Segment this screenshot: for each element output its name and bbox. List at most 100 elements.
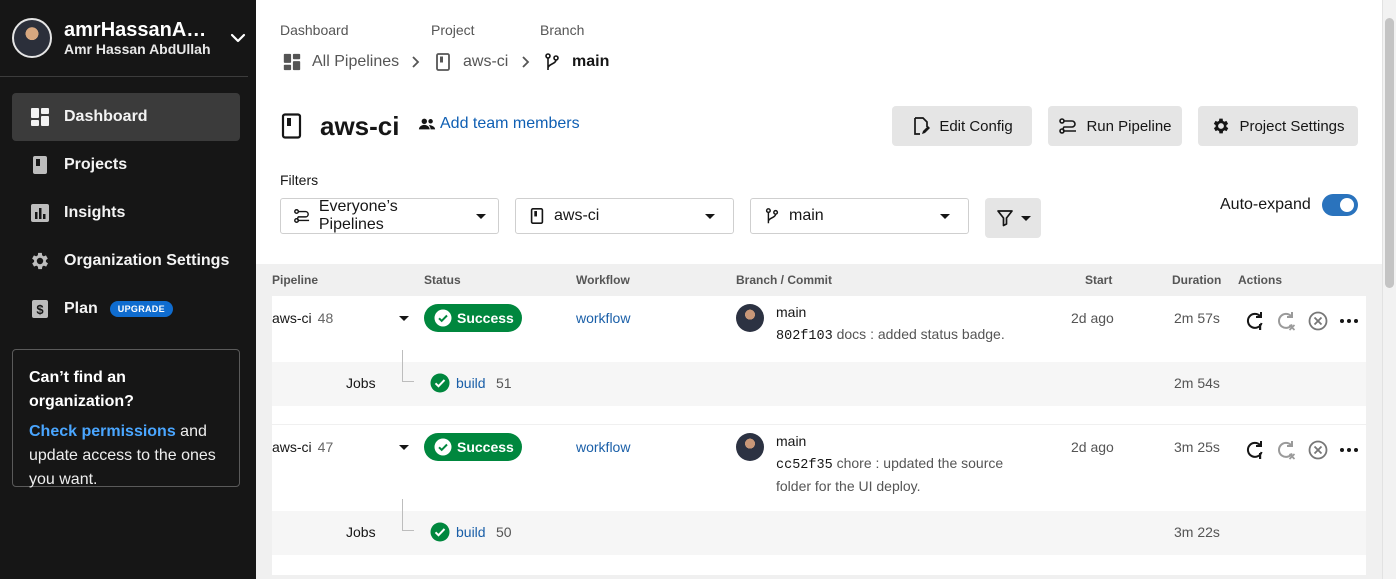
breadcrumb-text: main — [572, 53, 610, 70]
breadcrumb-label-branch: Branch — [540, 22, 585, 38]
run-pipeline-icon — [294, 209, 310, 223]
job-link[interactable]: build — [456, 524, 486, 540]
check-circle-icon — [430, 522, 450, 542]
project-icon — [281, 113, 302, 139]
auto-expand-toggle[interactable] — [1322, 194, 1358, 216]
status-badge[interactable]: Success — [424, 433, 522, 461]
commit-branch[interactable]: main — [776, 304, 806, 320]
project-title: aws-ci — [320, 110, 400, 141]
user-switcher[interactable]: amrHassanAb... Amr Hassan AbdUllah — [12, 16, 248, 60]
breadcrumb-branch: main — [542, 50, 609, 74]
sidebar-item-label: Organization Settings — [64, 252, 230, 269]
tree-connector — [402, 499, 414, 531]
job-duration: 2m 54s — [1174, 375, 1220, 391]
insights-icon — [31, 204, 49, 222]
breadcrumb-project[interactable]: aws-ci — [433, 50, 508, 74]
edit-config-button[interactable]: Edit Config — [892, 106, 1032, 146]
committer-avatar — [736, 433, 764, 461]
sidebar-nav: Dashboard Projects Insights Organization… — [12, 93, 240, 333]
breadcrumb-all-pipelines[interactable]: All Pipelines — [282, 50, 399, 74]
pipeline-cell: aws-ci 48 — [272, 310, 333, 326]
user-full-name: Amr Hassan AbdUllah — [64, 41, 211, 57]
more-options-icon[interactable] — [1338, 439, 1360, 461]
job-link[interactable]: build — [456, 375, 486, 391]
scrollbar-thumb[interactable] — [1385, 18, 1394, 288]
commit-text: docs : added status badge. — [832, 326, 1005, 342]
sidebar-item-label: Insights — [64, 204, 126, 221]
commit-hash: cc52f35 — [776, 458, 833, 473]
main-content: Dashboard Project Branch All Pipelines a… — [256, 0, 1382, 579]
breadcrumb-text: All Pipelines — [312, 53, 400, 70]
rerun-icon[interactable] — [1244, 439, 1266, 461]
workflow-link[interactable]: workflow — [576, 310, 630, 326]
pipeline-number: 48 — [317, 310, 334, 326]
jobs-label: Jobs — [346, 524, 376, 540]
user-text: amrHassanAb... Amr Hassan AbdUllah — [64, 19, 214, 57]
caret-down-icon — [940, 213, 950, 219]
add-team-members-label: Add team members — [440, 115, 580, 132]
commit-hash: 802f103 — [776, 329, 833, 344]
sidebar-item-plan[interactable]: $ Plan UPGRADE — [12, 285, 240, 333]
cancel-icon[interactable] — [1307, 439, 1329, 461]
advanced-filter-button[interactable] — [985, 198, 1041, 238]
rerun-icon[interactable] — [1244, 310, 1266, 332]
add-team-members-link[interactable]: Add team members — [418, 115, 580, 133]
duration: 3m 25s — [1174, 439, 1220, 455]
sidebar-divider — [0, 76, 248, 77]
page-scrollbar[interactable] — [1382, 0, 1396, 579]
start-time: 2d ago — [1071, 439, 1114, 455]
upgrade-badge[interactable]: UPGRADE — [109, 301, 173, 317]
pipelines-filter-value: Everyone’s Pipelines — [318, 198, 398, 233]
column-header-status: Status — [424, 273, 461, 287]
sidebar-item-projects[interactable]: Projects — [12, 141, 240, 189]
jobs-row: Jobs build 50 3m 22s — [272, 499, 1366, 555]
commit-message[interactable]: 802f103 docs : added status badge. — [776, 324, 1036, 347]
more-options-icon[interactable] — [1338, 310, 1360, 332]
chevron-down-icon[interactable] — [228, 28, 248, 48]
job-number: 51 — [496, 375, 512, 391]
rerun-failed-icon[interactable] — [1275, 310, 1297, 332]
workflow-link[interactable]: workflow — [576, 439, 630, 455]
project-settings-label: Project Settings — [1239, 117, 1345, 135]
sidebar-item-organization-settings[interactable]: Organization Settings — [12, 237, 240, 285]
pipeline-name[interactable]: aws-ci — [272, 310, 312, 326]
commit-branch[interactable]: main — [776, 433, 806, 449]
status-badge[interactable]: Success — [424, 304, 522, 332]
branch-filter-select[interactable]: main — [750, 198, 969, 234]
table-header: Pipeline Status Workflow Branch / Commit… — [256, 264, 1382, 296]
branch-icon — [765, 208, 779, 224]
expand-caret-icon[interactable] — [399, 316, 409, 321]
chevron-right-icon — [522, 56, 530, 68]
sidebar-item-label: Dashboard — [64, 108, 148, 125]
user-handle: amrHassanAb... — [64, 19, 214, 41]
sidebar-item-dashboard[interactable]: Dashboard — [12, 93, 240, 141]
cancel-icon[interactable] — [1307, 310, 1329, 332]
expand-caret-icon[interactable] — [399, 445, 409, 450]
dashboard-icon — [31, 108, 49, 126]
sidebar: amrHassanAb... Amr Hassan AbdUllah Dashb… — [0, 0, 256, 579]
sidebar-item-insights[interactable]: Insights — [12, 189, 240, 237]
column-header-start: Start — [1085, 273, 1113, 287]
project-settings-button[interactable]: Project Settings — [1198, 106, 1358, 146]
branch-filter-value: main — [789, 207, 824, 224]
status-text: Success — [457, 310, 514, 326]
duration: 2m 57s — [1174, 310, 1220, 326]
pipeline-name[interactable]: aws-ci — [272, 439, 312, 455]
jobs-label: Jobs — [346, 375, 376, 391]
jobs-row: Jobs build 51 2m 54s — [272, 350, 1366, 406]
run-pipeline-button[interactable]: Run Pipeline — [1048, 106, 1182, 146]
toggle-knob — [1340, 198, 1354, 212]
edit-config-icon — [914, 117, 931, 135]
project-filter-value: aws-ci — [554, 207, 600, 224]
pipelines-filter-select[interactable]: Everyone’s Pipelines — [280, 198, 499, 234]
sidebar-item-label: Projects — [64, 156, 128, 173]
check-circle-icon — [434, 309, 452, 327]
commit-message[interactable]: cc52f35 chore : updated the source folde… — [776, 453, 1026, 497]
page-title: aws-ci — [280, 110, 400, 142]
project-filter-select[interactable]: aws-ci — [515, 198, 734, 234]
rerun-failed-icon[interactable] — [1275, 439, 1297, 461]
check-permissions-link[interactable]: Check permissions — [29, 423, 176, 440]
column-header-pipeline: Pipeline — [272, 273, 319, 287]
filter-icon — [997, 210, 1013, 227]
chevron-right-icon — [412, 56, 420, 68]
